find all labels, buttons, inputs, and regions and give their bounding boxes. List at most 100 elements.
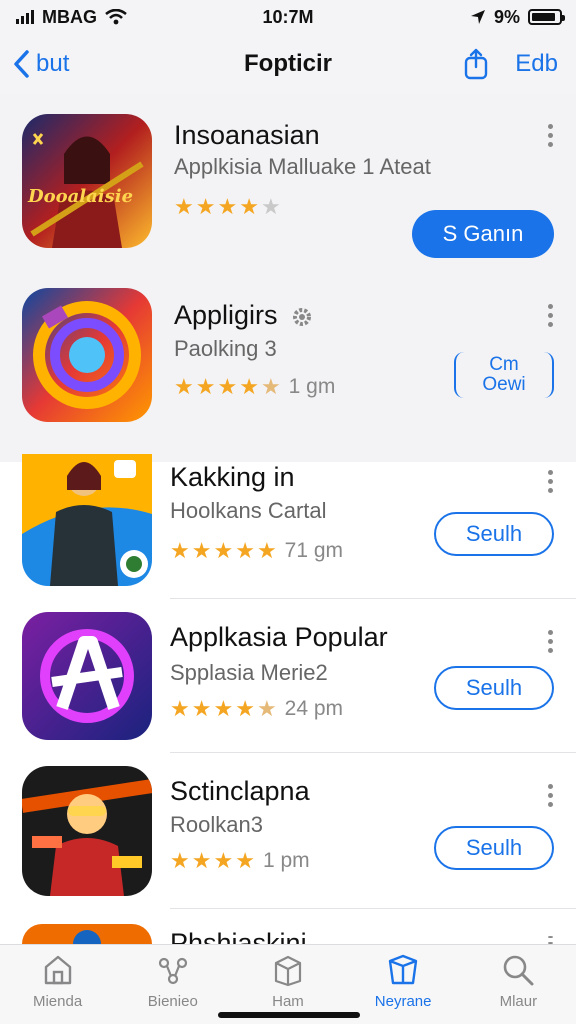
app-rating: ★ ★ ★ ★ ★	[174, 194, 281, 220]
star-icon: ★	[217, 374, 238, 399]
get-button[interactable]: S Ganın	[412, 210, 554, 258]
battery-level	[532, 13, 556, 21]
star-icon: ★	[170, 696, 190, 721]
star-icon: ★	[260, 194, 281, 219]
tab-label: Neyrane	[374, 993, 432, 1010]
more-options-icon[interactable]	[548, 630, 554, 653]
tab-apps[interactable]: Ham	[238, 953, 338, 1010]
app-name: Insoanasian	[174, 120, 320, 150]
star-icon: ★	[195, 194, 216, 219]
star-icon: ★	[260, 374, 281, 399]
app-rating: ★ ★ ★ ★ ★ 1 gm	[174, 374, 335, 400]
star-icon: ★	[235, 848, 255, 873]
battery-icon	[528, 9, 565, 25]
star-icon: ★	[256, 538, 277, 563]
app-subtitle: Roolkan3	[170, 812, 263, 837]
star-icon: ★	[239, 374, 259, 399]
app-subtitle: Paolking 3	[174, 336, 277, 361]
app-rating: ★ ★ ★ ★ 1 pm	[170, 848, 310, 874]
back-label: but	[36, 50, 70, 77]
download-button-line1: Cm	[489, 354, 519, 375]
back-button[interactable]: but	[12, 49, 69, 79]
search-button[interactable]: Seulh	[434, 666, 554, 710]
search-icon	[504, 955, 534, 986]
app-icon[interactable]	[22, 454, 152, 586]
app-name: Applkasia Popular	[170, 622, 388, 652]
download-button-line2: Oewi	[482, 374, 526, 395]
more-options-icon[interactable]	[548, 124, 554, 147]
tab-label: Mienda	[32, 993, 83, 1010]
tab-updates[interactable]: Neyrane	[353, 953, 453, 1010]
star-icon: ★	[256, 696, 277, 721]
app-icon[interactable]	[22, 288, 152, 422]
wifi-icon	[105, 9, 127, 25]
app-icon[interactable]	[22, 612, 152, 740]
star-icon: ★	[191, 848, 212, 873]
more-options-icon[interactable]	[548, 304, 554, 327]
star-icon: ★	[170, 538, 190, 563]
star-icon: ★	[174, 374, 194, 399]
app-icon[interactable]	[22, 766, 152, 896]
app-name: Phshiaskini	[170, 928, 307, 944]
box-icon	[274, 955, 302, 987]
search-button[interactable]: Seulh	[434, 826, 554, 870]
rating-text: 1 gm	[288, 375, 336, 398]
carrier-label: MBAG	[42, 6, 97, 27]
app-name: Sctinclapna	[170, 776, 310, 806]
battery-percent: 9%	[493, 6, 520, 27]
download-button[interactable]: Cm Oewi	[454, 352, 554, 398]
edit-button[interactable]: Edb	[515, 50, 558, 78]
star-icon: ★	[213, 538, 234, 563]
star-icon: ★	[191, 538, 212, 563]
app-icon[interactable]: Dooalaisie	[22, 114, 152, 248]
more-options-icon[interactable]	[548, 936, 554, 944]
more-options-icon[interactable]	[548, 784, 554, 807]
rating-text: 1 pm	[262, 849, 310, 872]
app-list: Kakking in Hoolkans Cartal ★ ★ ★ ★ ★ 71 …	[0, 454, 576, 944]
app-rating: ★ ★ ★ ★ ★ 24 pm	[170, 696, 343, 722]
tab-search[interactable]: Mlaur	[468, 953, 568, 1010]
app-rating: ★ ★ ★ ★ ★ 71 gm	[170, 538, 343, 564]
app-subtitle: Spplasia Merie2	[170, 660, 328, 685]
more-options-icon[interactable]	[548, 470, 554, 493]
app-subtitle: Hoolkans Cartal	[170, 498, 327, 523]
rating-text: 24 pm	[284, 697, 344, 720]
star-icon: ★	[217, 194, 238, 219]
chevron-left-icon	[14, 50, 29, 78]
star-icon: ★	[235, 696, 255, 721]
featured-section: Dooalaisie Insoanasian Applkisia Malluak…	[0, 94, 576, 462]
cube-icon	[388, 954, 418, 985]
star-icon: ★	[213, 696, 234, 721]
app-name: Kakking in	[170, 462, 295, 492]
star-icon: ★	[191, 696, 212, 721]
star-icon: ★	[170, 848, 190, 873]
signal-icon	[16, 10, 34, 24]
app-icon-caption: Dooalaisie	[28, 186, 134, 207]
rating-text: 71 gm	[284, 539, 344, 562]
share-icon[interactable]	[463, 48, 489, 80]
navigation-bar: but Fopticir Edb	[0, 34, 576, 94]
tab-home[interactable]: Mienda	[8, 953, 108, 1010]
home-icon	[44, 955, 71, 985]
star-icon: ★	[174, 194, 194, 219]
nodes-icon	[158, 957, 187, 985]
separator	[170, 908, 576, 909]
app-name: Appligirs	[174, 300, 313, 331]
tab-label: Ham	[272, 993, 304, 1010]
star-icon: ★	[195, 374, 216, 399]
home-indicator[interactable]	[218, 1012, 360, 1018]
separator	[170, 598, 576, 599]
status-bar: MBAG 10:7M 9%	[0, 0, 576, 34]
tab-browse[interactable]: Bienieo	[123, 953, 223, 1010]
tab-label: Mlaur	[499, 993, 538, 1010]
location-arrow-icon	[470, 10, 485, 24]
star-icon: ★	[213, 848, 234, 873]
tab-label: Bienieo	[147, 993, 198, 1010]
separator	[170, 752, 576, 753]
search-button[interactable]: Seulh	[434, 512, 554, 556]
star-icon: ★	[239, 194, 259, 219]
gear-icon	[293, 307, 312, 326]
star-icon: ★	[235, 538, 255, 563]
app-subtitle: Applkisia Malluake 1 Ateat	[174, 154, 431, 179]
app-icon[interactable]	[22, 924, 152, 944]
